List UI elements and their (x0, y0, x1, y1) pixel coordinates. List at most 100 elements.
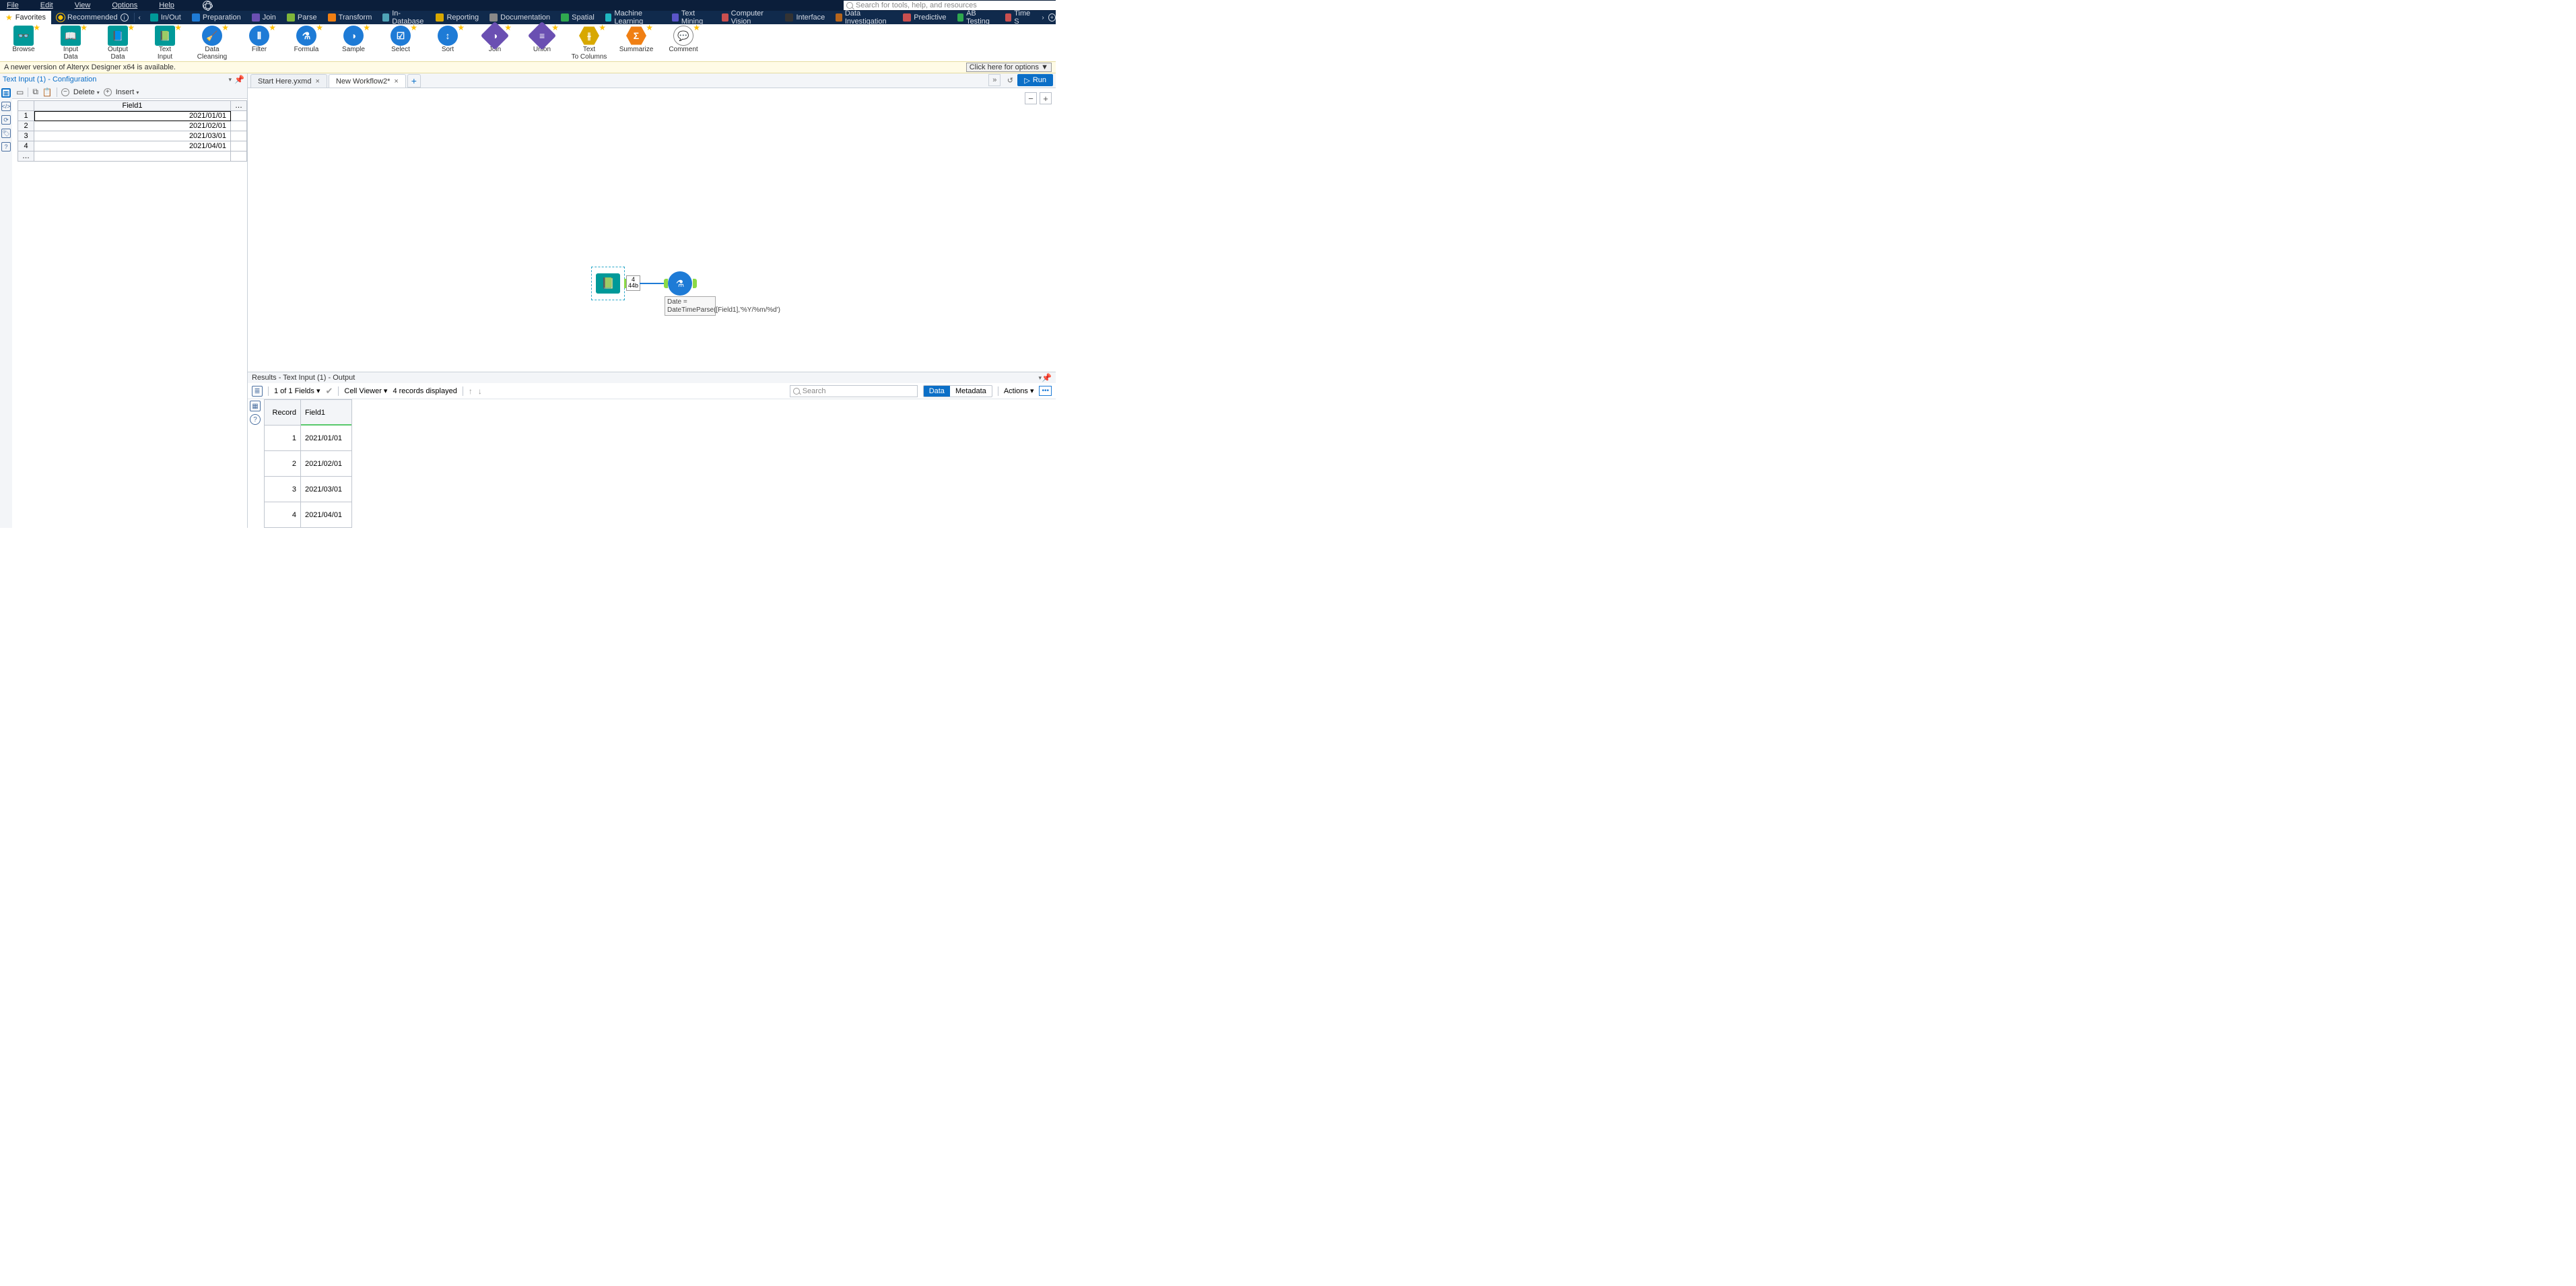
new-workflow-tab[interactable]: + (407, 74, 421, 88)
results-view-help[interactable]: ? (250, 414, 261, 425)
category-computer-vision[interactable]: Computer Vision (716, 11, 780, 24)
tool-filter[interactable]: ★⫴Filter (240, 26, 279, 54)
globe-icon[interactable] (203, 1, 212, 10)
global-search[interactable]: Search for tools, help, and resources (844, 1, 1056, 10)
config-tab-help[interactable]: ? (1, 142, 11, 151)
tool-comment[interactable]: ★💬Comment (664, 26, 703, 54)
config-tab-xml[interactable]: </> (1, 102, 11, 111)
grid-add-column[interactable]: … (231, 101, 247, 111)
menu-view[interactable]: View (75, 1, 91, 9)
category-parse[interactable]: Parse (281, 11, 323, 24)
workflow-canvas[interactable]: − + 📗 4 44b ⚗ Date = DateTimeParse([Fiel… (248, 88, 1056, 372)
config-tab-tag[interactable]: 🏷 (1, 129, 11, 138)
menu-options[interactable]: Options (112, 1, 137, 9)
grid-row-header[interactable]: 4 (18, 141, 34, 151)
category-transform[interactable]: Transform (323, 11, 378, 24)
config-collapse-button[interactable]: ▾ (229, 76, 232, 83)
grid-cell[interactable]: 2021/01/01 (34, 111, 231, 121)
tab-close-button[interactable]: × (315, 77, 319, 86)
category-predictive[interactable]: Predictive (897, 11, 951, 24)
copy-button[interactable]: ⧉ (32, 87, 38, 97)
tool-text-input[interactable]: ★📗TextInput (145, 26, 184, 61)
tool-sample[interactable]: ★◑Sample (334, 26, 373, 54)
tabstrip-more-button[interactable]: » (988, 74, 1001, 86)
category-join[interactable]: Join (246, 11, 281, 24)
run-history-button[interactable]: ↺ (1004, 74, 1016, 86)
zoom-in-button[interactable]: + (1040, 92, 1052, 104)
workflow-tab[interactable]: New Workflow2*× (329, 74, 406, 88)
grid-row-header[interactable]: 2 (18, 121, 34, 131)
grid-header-field1[interactable]: Field1 (34, 101, 231, 111)
tool-input-data[interactable]: ★📖InputData (51, 26, 90, 61)
category-ab-testing[interactable]: AB Testing (952, 11, 1000, 24)
results-cell-record[interactable]: 4 (265, 502, 301, 528)
results-actions-dropdown[interactable]: Actions ▾ (1004, 386, 1034, 395)
run-button[interactable]: ▷ Run (1017, 74, 1053, 86)
category-reporting[interactable]: Reporting (430, 11, 484, 24)
tool-browse[interactable]: ★👓Browse (4, 26, 43, 54)
results-search[interactable]: Search (790, 385, 918, 397)
results-view-grid[interactable]: ▦ (250, 401, 261, 411)
category-data-investigation[interactable]: Data Investigation (830, 11, 897, 24)
menu-help[interactable]: Help (159, 1, 174, 9)
delete-button[interactable]: Delete ▾ (73, 88, 100, 96)
grid-cell[interactable]: 2021/04/01 (34, 141, 231, 151)
tool-select[interactable]: ★☑Select (381, 26, 420, 54)
tool-summarize[interactable]: ★ΣSummarize (617, 26, 656, 54)
canvas-node-formula[interactable]: ⚗ (668, 271, 692, 296)
results-header-record[interactable]: Record (265, 400, 301, 426)
config-pin-button[interactable]: 📌 (234, 75, 244, 84)
output-port[interactable] (693, 279, 697, 288)
category-preparation[interactable]: Preparation (187, 11, 246, 24)
grid-cell[interactable]: 2021/02/01 (34, 121, 231, 131)
menu-file[interactable]: File (7, 1, 19, 9)
textinput-grid[interactable]: Field1… 12021/01/0122021/02/0132021/03/0… (18, 100, 247, 162)
menu-edit[interactable]: Edit (40, 1, 53, 9)
results-pin-button[interactable]: 📌 (1042, 373, 1052, 382)
category-scroll-right[interactable]: › (1038, 14, 1048, 22)
results-cell-record[interactable]: 2 (265, 451, 301, 477)
results-cell-value[interactable]: 2021/02/01 (301, 451, 352, 477)
category-recommended[interactable]: Recommended i (51, 11, 134, 24)
results-header-field1[interactable]: Field1 (301, 400, 352, 426)
results-cell-value[interactable]: 2021/04/01 (301, 502, 352, 528)
results-next-button[interactable]: ↓ (478, 386, 482, 396)
category-interface[interactable]: Interface (780, 11, 830, 24)
cell-viewer-dropdown[interactable]: Cell Viewer ▾ (344, 386, 387, 395)
tool-text-to-columns[interactable]: ★⫳TextTo Columns (570, 26, 609, 61)
canvas-node-text-input[interactable]: 📗 (591, 267, 625, 300)
category-favorites[interactable]: ★ Favorites (0, 11, 51, 24)
tool-data-cleansing[interactable]: ★🧹DataCleansing (193, 26, 232, 61)
zoom-out-button[interactable]: − (1025, 92, 1037, 104)
category-text-mining[interactable]: Text Mining (667, 11, 716, 24)
category-machine-learning[interactable]: Machine Learning (600, 11, 667, 24)
tool-union[interactable]: ★≡Union (522, 26, 562, 54)
update-options-button[interactable]: Click here for options ▼ (966, 63, 1052, 72)
category-add[interactable]: + (1048, 13, 1056, 22)
grid-row-header[interactable]: 1 (18, 111, 34, 121)
tool-sort[interactable]: ★↕Sort (428, 26, 467, 54)
results-cell-record[interactable]: 1 (265, 426, 301, 451)
category-time-s[interactable]: Time S (1000, 11, 1038, 24)
insert-button[interactable]: Insert ▾ (116, 88, 139, 96)
grid-row-header[interactable]: 3 (18, 131, 34, 141)
results-prev-button[interactable]: ↑ (469, 386, 473, 396)
config-tab-annotation[interactable]: ⟳ (1, 115, 11, 125)
grid-add-row[interactable]: … (18, 151, 34, 162)
workflow-tab[interactable]: Start Here.yxmd× (250, 74, 327, 88)
results-fields-dropdown[interactable]: 1 of 1 Fields ▾ (274, 386, 320, 395)
toggle-data[interactable]: Data (924, 386, 950, 397)
paste-button[interactable]: 📋 (42, 88, 53, 97)
category-in-database[interactable]: In-Database (377, 11, 430, 24)
tool-formula[interactable]: ★⚗Formula (287, 26, 326, 54)
results-cell-value[interactable]: 2021/01/01 (301, 426, 352, 451)
category-in-out[interactable]: In/Out (145, 11, 187, 24)
config-tab-grid[interactable]: ▦ (1, 88, 11, 98)
tool-output-data[interactable]: ★📘OutputData (98, 26, 137, 61)
results-grid[interactable]: Record Field1 12021/01/0122021/02/013202… (264, 399, 352, 528)
import-button[interactable]: ▭ (16, 88, 24, 97)
input-port[interactable] (664, 279, 668, 288)
category-spatial[interactable]: Spatial (555, 11, 600, 24)
tool-join[interactable]: ★◑Join (475, 26, 514, 54)
results-cell-value[interactable]: 2021/03/01 (301, 477, 352, 502)
